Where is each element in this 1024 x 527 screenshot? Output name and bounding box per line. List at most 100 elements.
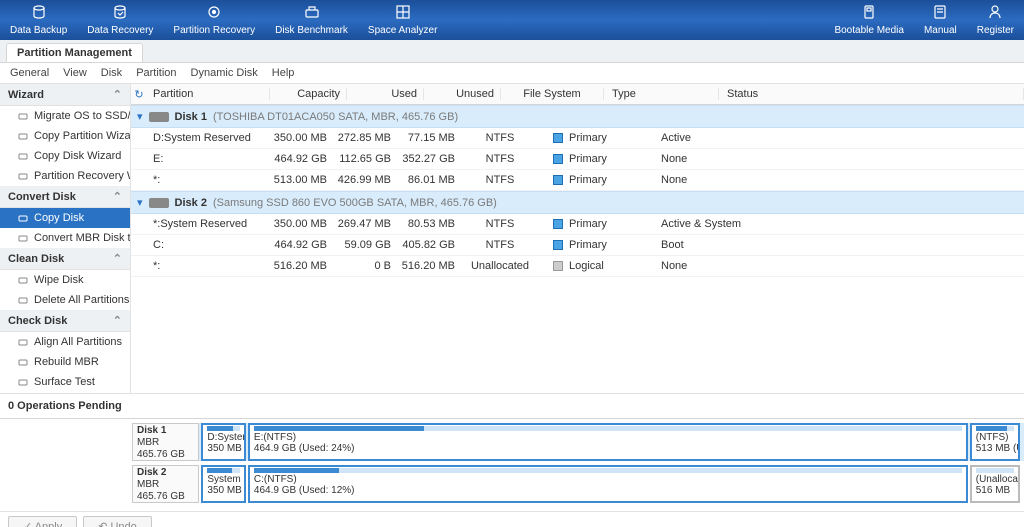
dp-part-label: (Unallocate — [976, 474, 1014, 485]
sidebar: Wizard⌃ Migrate OS to SSD/HD Wizard Copy P… — [0, 84, 131, 393]
chevron-up-icon: ⌃ — [113, 88, 122, 101]
sidebar-item-label: Migrate OS to SSD/HD Wizard — [34, 110, 130, 122]
top-item-label: Data Backup — [10, 25, 67, 36]
tab-partition-management[interactable]: Partition Management — [6, 43, 143, 62]
content-area: ↻ Partition Capacity Used Unused File Sy… — [131, 84, 1024, 393]
top-bootable-media[interactable]: Bootable Media — [824, 0, 914, 40]
item-icon — [18, 171, 28, 181]
cell-type: Primary — [545, 153, 653, 165]
sidebar-group-wizard[interactable]: Wizard⌃ — [0, 84, 130, 106]
apply-button[interactable]: ✓ Apply — [8, 516, 77, 527]
sidebar-group-convert-disk[interactable]: Convert Disk⌃ — [0, 186, 130, 208]
dp-part-label: System Res — [207, 474, 240, 485]
boot-icon — [861, 4, 877, 25]
sidebar-item-copy-disk-wizard[interactable]: Copy Disk Wizard — [0, 146, 130, 166]
partition-row[interactable]: E:464.92 GB112.65 GB352.27 GBNTFSPrimary… — [131, 149, 1024, 170]
partition-row[interactable]: D:System Reserved350.00 MB272.85 MB77.15… — [131, 128, 1024, 149]
disk-map-partition[interactable]: D:System Re350 MB (Us — [201, 423, 246, 461]
menu-help[interactable]: Help — [272, 67, 295, 79]
partition-row[interactable]: *:513.00 MB426.99 MB86.01 MBNTFSPrimaryN… — [131, 170, 1024, 191]
top-item-label: Partition Recovery — [173, 25, 255, 36]
disk-map-partition[interactable]: System Res350 MB (Us — [201, 465, 246, 503]
col-used[interactable]: Used — [347, 88, 424, 100]
item-icon — [18, 357, 28, 367]
col-partition[interactable]: Partition — [147, 88, 270, 100]
disk-map-row[interactable]: Disk 2MBR465.76 GBSystem Res350 MB (UsC:… — [132, 465, 1024, 503]
cell-used: 272.85 MB — [327, 132, 391, 144]
col-type[interactable]: Type — [604, 88, 719, 100]
sidebar-item-surface-test[interactable]: Surface Test — [0, 372, 130, 392]
cell-used: 269.47 MB — [327, 218, 391, 230]
col-capacity[interactable]: Capacity — [270, 88, 347, 100]
disk-map-partition[interactable]: (NTFS)513 MB (Us — [970, 423, 1020, 461]
item-icon — [18, 213, 28, 223]
partition-row[interactable]: *:516.20 MB0 B516.20 MBUnallocatedLogica… — [131, 256, 1024, 277]
cell-unused: 86.01 MB — [391, 174, 455, 186]
top-item-label: Bootable Media — [834, 25, 904, 36]
sidebar-group-check-disk[interactable]: Check Disk⌃ — [0, 310, 130, 332]
sidebar-item-label: Convert MBR Disk to GPT Disk — [34, 232, 130, 244]
cell-filesystem: NTFS — [455, 218, 545, 230]
sidebar-item-delete-all-partitions[interactable]: Delete All Partitions — [0, 290, 130, 310]
cell-capacity: 513.00 MB — [263, 174, 327, 186]
dp-size: 465.76 GB — [137, 449, 194, 461]
top-space-analyzer[interactable]: Space Analyzer — [358, 0, 448, 40]
cell-partition: D:System Reserved — [137, 132, 263, 144]
undo-button[interactable]: ↶ Undo — [83, 516, 152, 527]
disk-header[interactable]: ▾Disk 2 (Samsung SSD 860 EVO 500GB SATA,… — [131, 191, 1024, 214]
cell-status: Active — [653, 132, 1018, 144]
dp-name: Disk 1 — [137, 425, 194, 437]
disk-map-partition[interactable]: E:(NTFS)464.9 GB (Used: 24%) — [248, 423, 968, 461]
tab-strip: Partition Management — [0, 40, 1024, 63]
sidebar-item-migrate-os-to-ssd-hd-wizard[interactable]: Migrate OS to SSD/HD Wizard — [0, 106, 130, 126]
menu-general[interactable]: General — [10, 67, 49, 79]
cell-type: Primary — [545, 239, 653, 251]
sidebar-item-align-all-partitions[interactable]: Align All Partitions — [0, 332, 130, 352]
top-data-recovery[interactable]: Data Recovery — [77, 0, 163, 40]
cell-capacity: 464.92 GB — [263, 239, 327, 251]
sidebar-item-convert-mbr-disk-to-gpt-disk[interactable]: Convert MBR Disk to GPT Disk — [0, 228, 130, 248]
cell-status: Active & System — [653, 218, 1018, 230]
top-item-label: Disk Benchmark — [275, 25, 348, 36]
dp-part-sub: 350 MB (Us — [207, 485, 240, 496]
dp-scheme: MBR — [137, 479, 194, 491]
top-partition-recovery[interactable]: Partition Recovery — [163, 0, 265, 40]
disk-map-row[interactable]: Disk 1MBR465.76 GBD:System Re350 MB (UsE… — [132, 423, 1024, 461]
disk-icon — [149, 112, 169, 122]
col-status[interactable]: Status — [719, 88, 1024, 100]
sidebar-item-copy-disk[interactable]: Copy Disk — [0, 208, 130, 228]
sidebar-item-label: Partition Recovery Wizard — [34, 170, 130, 182]
dp-part-label: (NTFS) — [976, 432, 1014, 443]
sidebar-item-label: Wipe Disk — [34, 274, 84, 286]
usage-bar — [976, 468, 1014, 473]
menu-disk[interactable]: Disk — [101, 67, 122, 79]
top-data-backup[interactable]: Data Backup — [0, 0, 77, 40]
disk-map-partition[interactable]: C:(NTFS)464.9 GB (Used: 12%) — [248, 465, 968, 503]
sidebar-item-partition-recovery-wizard[interactable]: Partition Recovery Wizard — [0, 166, 130, 186]
menu-dynamic-disk[interactable]: Dynamic Disk — [191, 67, 258, 79]
menu-partition[interactable]: Partition — [136, 67, 176, 79]
col-filesystem[interactable]: File System — [501, 88, 604, 100]
cell-partition: *: — [137, 260, 263, 272]
top-register[interactable]: Register — [967, 0, 1024, 40]
disk-header[interactable]: ▾Disk 1 (TOSHIBA DT01ACA050 SATA, MBR, 4… — [131, 105, 1024, 128]
col-unused[interactable]: Unused — [424, 88, 501, 100]
sidebar-item-wipe-disk[interactable]: Wipe Disk — [0, 270, 130, 290]
partition-row[interactable]: C:464.92 GB59.09 GB405.82 GBNTFSPrimaryB… — [131, 235, 1024, 256]
top-manual[interactable]: Manual — [914, 0, 967, 40]
sidebar-item-partition-recovery[interactable]: Partition Recovery — [0, 392, 130, 393]
disk-icon — [149, 198, 169, 208]
sidebar-item-copy-partition-wizard[interactable]: Copy Partition Wizard — [0, 126, 130, 146]
cell-filesystem: NTFS — [455, 132, 545, 144]
disk-map-partition[interactable]: (Unallocate516 MB — [970, 465, 1020, 503]
top-disk-benchmark[interactable]: Disk Benchmark — [265, 0, 358, 40]
collapse-icon: ▾ — [137, 196, 143, 209]
sidebar-item-rebuild-mbr[interactable]: Rebuild MBR — [0, 352, 130, 372]
menu-view[interactable]: View — [63, 67, 87, 79]
collapse-icon: ▾ — [137, 110, 143, 123]
partition-row[interactable]: *:System Reserved350.00 MB269.47 MB80.53… — [131, 214, 1024, 235]
group-label: Clean Disk — [8, 253, 64, 265]
refresh-icon[interactable]: ↻ — [131, 88, 147, 101]
space-icon — [395, 4, 411, 25]
sidebar-group-clean-disk[interactable]: Clean Disk⌃ — [0, 248, 130, 270]
